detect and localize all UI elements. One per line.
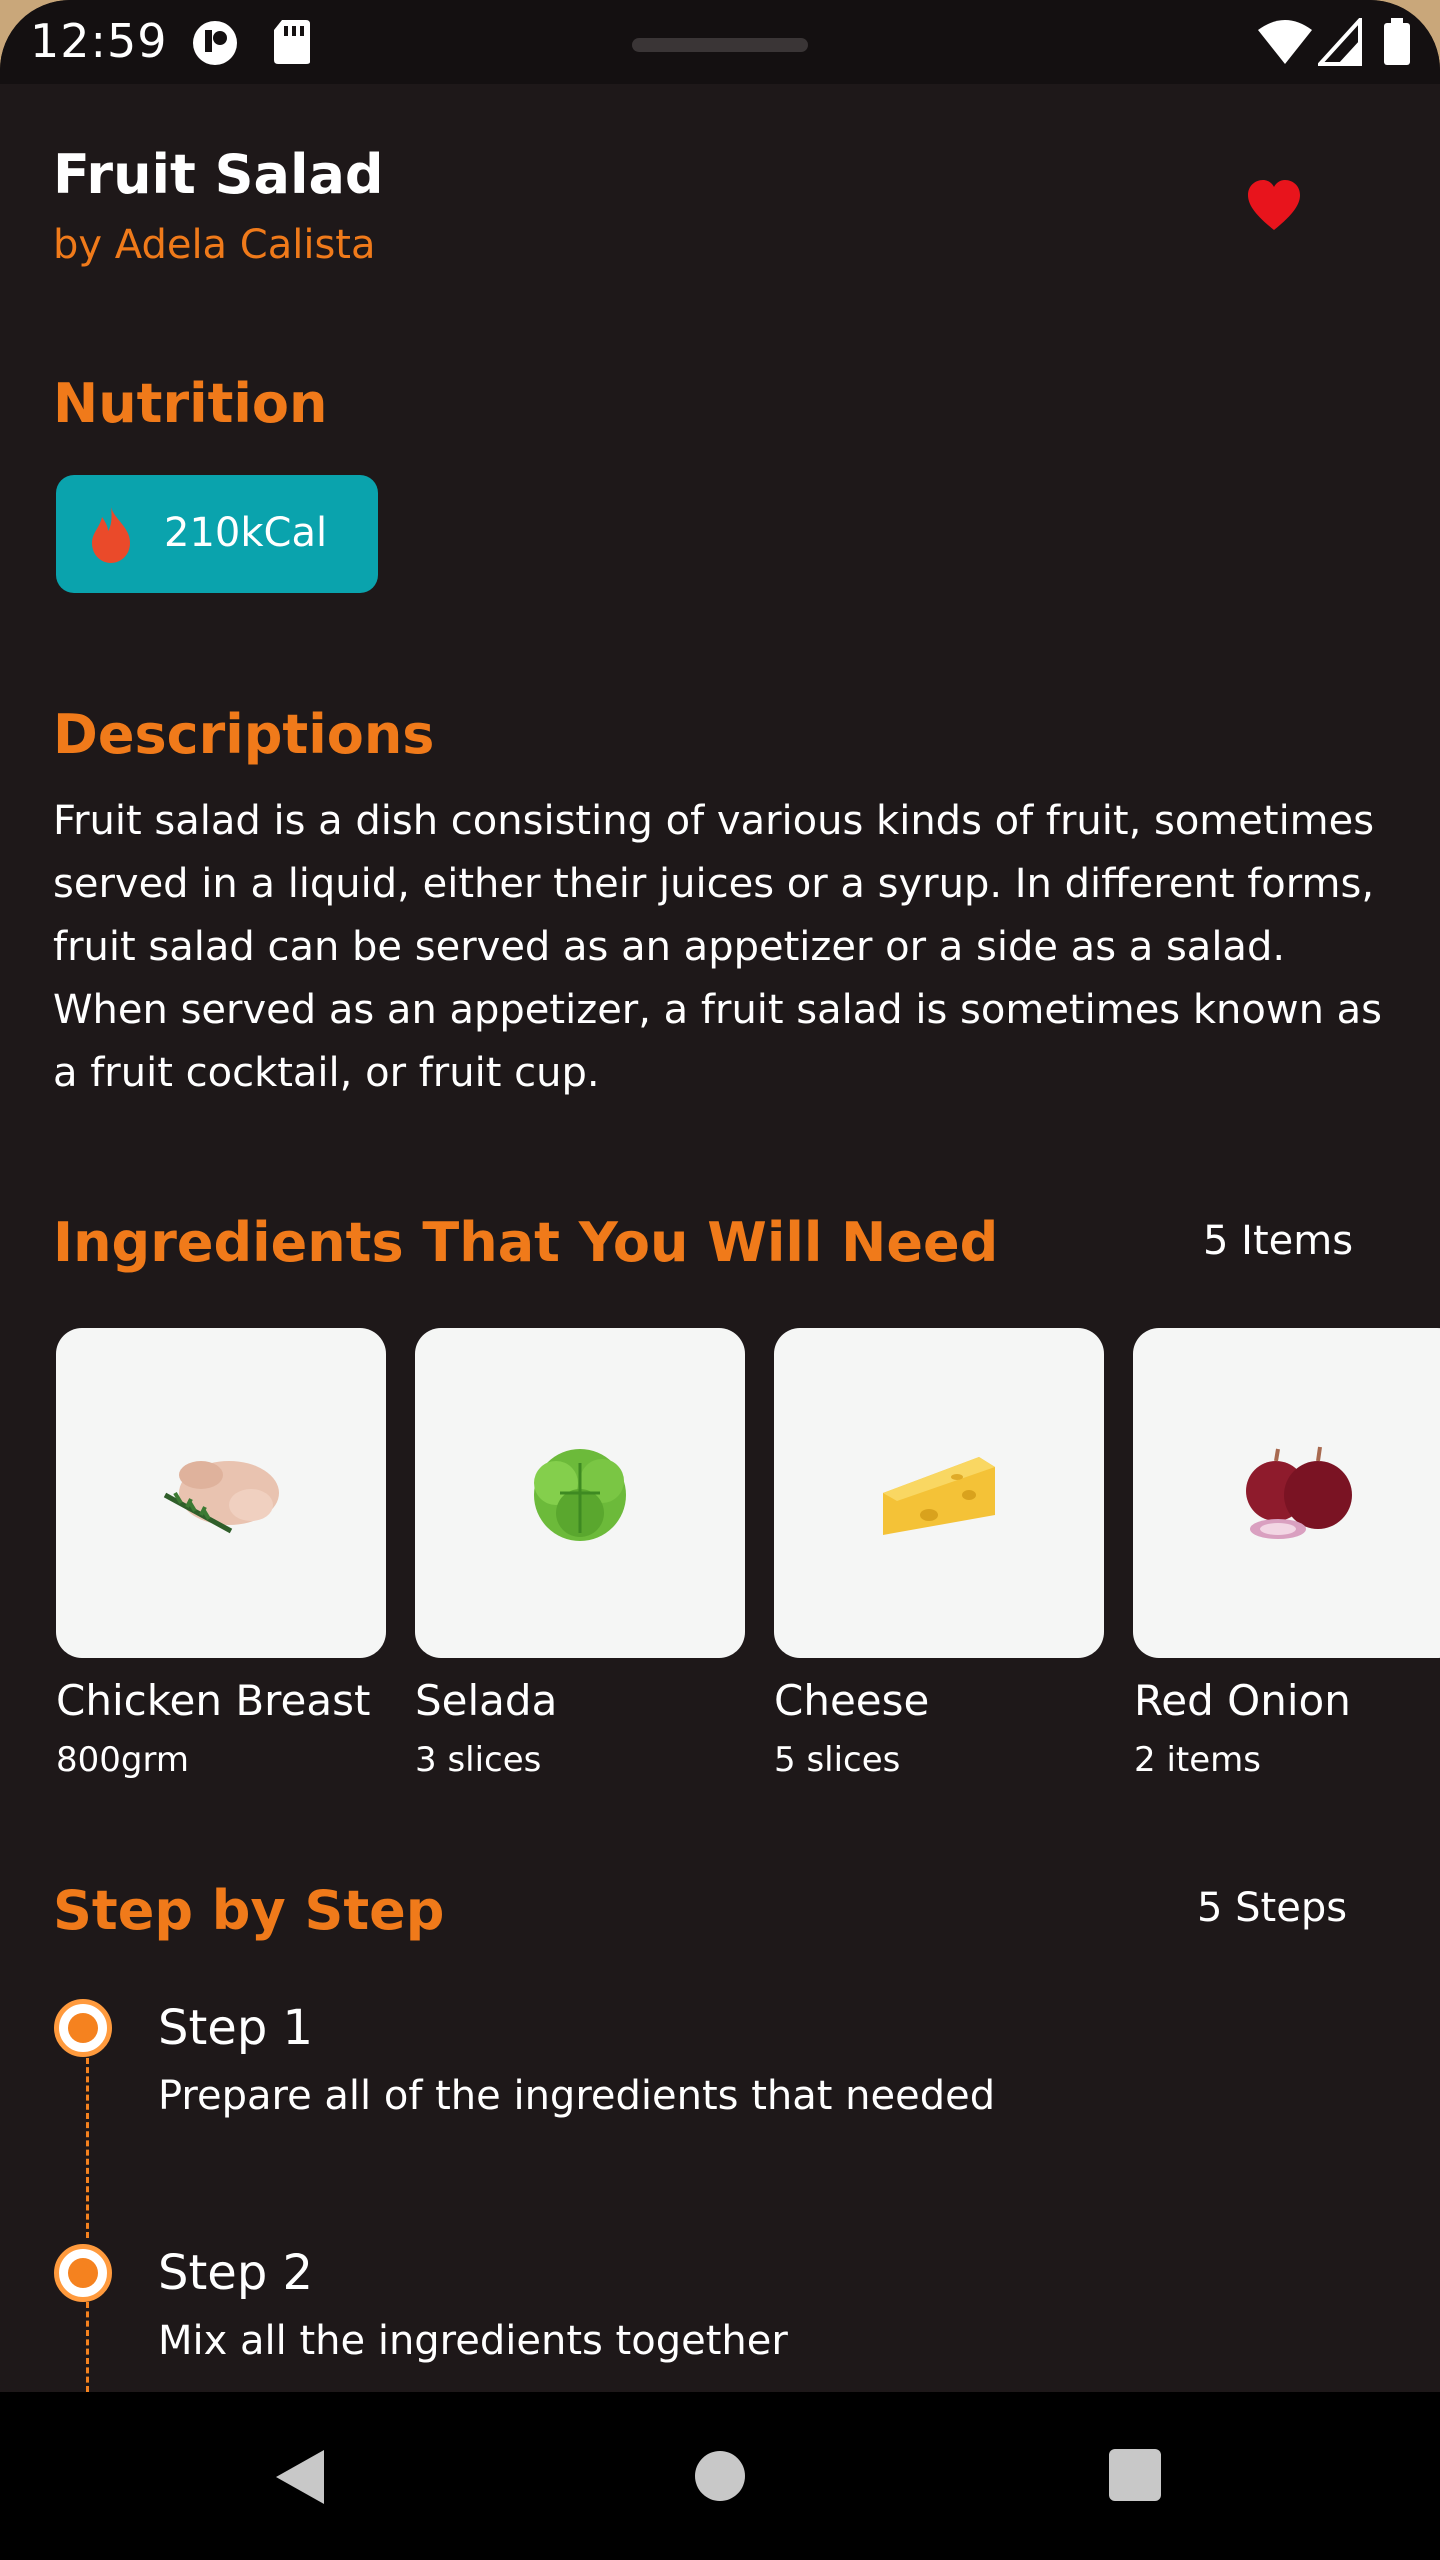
- red-onion-icon: [1246, 1446, 1352, 1539]
- step-text: Mix all the ingredients together: [158, 2318, 788, 2364]
- status-bar: 12:59: [0, 0, 1440, 84]
- cheese-icon: [883, 1457, 995, 1535]
- recipe-detail-screen: 12:59 Fruit Salad by Adela Calista Nutri…: [0, 0, 1440, 2560]
- ingredient-name: Chicken Breast: [56, 1676, 371, 1725]
- ingredient-name: Red Onion: [1134, 1676, 1351, 1725]
- back-icon[interactable]: [272, 2446, 330, 2508]
- ingredient-card-selada[interactable]: [415, 1328, 745, 1658]
- step-title: Step 1: [158, 2000, 314, 2056]
- ingredient-name: Cheese: [774, 1676, 930, 1725]
- home-icon[interactable]: [694, 2450, 746, 2502]
- ingredients-heading: Ingredients That You Will Need: [53, 1211, 999, 1274]
- steps-heading: Step by Step: [53, 1879, 445, 1942]
- step-indicator: [54, 2244, 112, 2302]
- description-text: Fruit salad is a dish consisting of vari…: [53, 798, 1382, 1096]
- ingredient-card-red-onion[interactable]: [1133, 1328, 1440, 1658]
- chicken-icon: [163, 1461, 279, 1534]
- navigation-bar: [0, 2392, 1440, 2560]
- ingredient-qty: 3 slices: [415, 1740, 542, 1780]
- ingredient-name: Selada: [415, 1676, 558, 1725]
- lettuce-icon: [534, 1449, 626, 1541]
- signal-icon: [1318, 18, 1362, 66]
- step-indicator: [54, 1999, 112, 2057]
- step-connector: [86, 2302, 89, 2392]
- recipe-title: Fruit Salad: [53, 143, 384, 206]
- camera-notch: [632, 38, 808, 52]
- ingredient-card-cheese[interactable]: [774, 1328, 1104, 1658]
- wifi-icon: [1258, 20, 1312, 64]
- step-title: Step 2: [158, 2245, 314, 2301]
- battery-icon: [1384, 18, 1410, 65]
- calories-chip: 210kCal: [56, 475, 378, 593]
- sd-card-icon: [274, 20, 310, 64]
- ingredient-qty: 5 slices: [774, 1740, 901, 1780]
- ingredient-qty: 800grm: [56, 1740, 189, 1780]
- nutrition-heading: Nutrition: [53, 372, 328, 435]
- step-connector: [86, 2058, 89, 2238]
- status-time: 12:59: [30, 14, 168, 68]
- ingredient-card-chicken[interactable]: [56, 1328, 386, 1658]
- steps-count: 5 Steps: [1197, 1885, 1348, 1931]
- ingredient-qty: 2 items: [1134, 1740, 1261, 1780]
- ingredients-count: 5 Items: [1203, 1218, 1354, 1264]
- recipe-author: by Adela Calista: [53, 222, 376, 268]
- flame-icon: [92, 507, 130, 563]
- recents-icon[interactable]: [1108, 2448, 1162, 2502]
- step-text: Prepare all of the ingredients that need…: [158, 2073, 996, 2119]
- media-icon: [193, 21, 237, 65]
- heart-icon[interactable]: [1244, 176, 1304, 236]
- calories-value: 210kCal: [164, 510, 328, 556]
- descriptions-heading: Descriptions: [53, 703, 435, 766]
